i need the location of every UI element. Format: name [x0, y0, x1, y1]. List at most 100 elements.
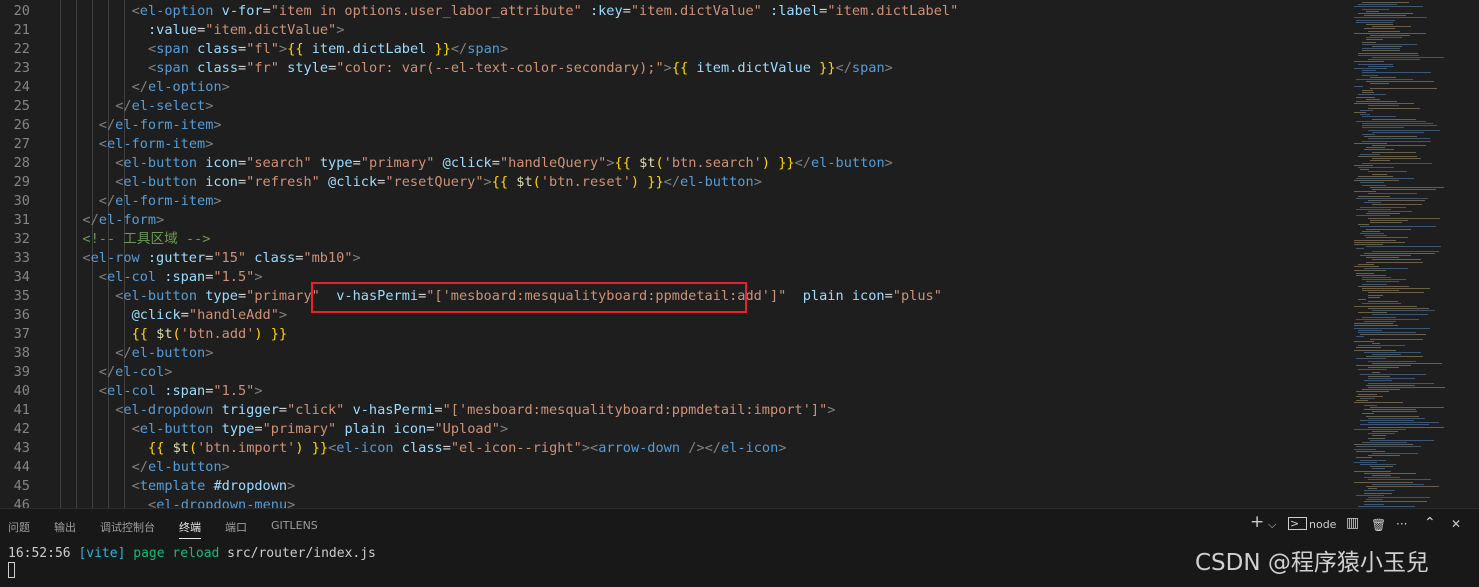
tab-debug-console[interactable]: 调试控制台 [100, 519, 155, 535]
tab-output[interactable]: 输出 [54, 519, 76, 535]
code-token: < [148, 41, 157, 57]
code-text: <el-dropdown trigger="click" v-hasPermi=… [115, 401, 835, 420]
minimap-line [1366, 37, 1402, 39]
code-token: "refresh" [246, 174, 320, 190]
code-line[interactable]: 28 <el-button icon="search" type="primary… [0, 154, 1340, 173]
code-token: :label [770, 3, 820, 19]
code-line[interactable]: 32 <!-- 工具区域 --> [0, 230, 1340, 249]
code-line[interactable]: 44 </el-button> [0, 458, 1340, 477]
terminal-name[interactable]: node [1309, 518, 1336, 531]
code-text: </el-select> [115, 97, 213, 116]
minimap-line [1364, 15, 1406, 17]
minimap-line [1364, 490, 1395, 492]
code-token: "plus" [892, 288, 942, 304]
minimap-line [1368, 367, 1399, 369]
code-token: > [254, 269, 263, 285]
line-number: 34 [13, 269, 30, 285]
minimap-line [1362, 74, 1378, 76]
minimap-line [1370, 406, 1444, 408]
minimap-line [1366, 228, 1411, 230]
code-token: }} [270, 326, 288, 342]
code-token: "handleQuery" [499, 155, 607, 171]
more-actions-icon[interactable]: ··· [1396, 517, 1407, 531]
code-token: }} [647, 174, 664, 190]
minimap-line [1372, 57, 1444, 58]
code-line[interactable]: 26 </el-form-item> [0, 116, 1340, 135]
code-token: > [827, 402, 836, 418]
minimap-line [1366, 81, 1434, 83]
line-number: 29 [13, 174, 30, 190]
code-line[interactable]: 39 </el-col> [0, 363, 1340, 382]
tab-terminal[interactable]: 终端 [179, 519, 201, 539]
code-line[interactable]: 46 <el-dropdown-menu> [0, 496, 1340, 508]
code-token: > [278, 307, 288, 323]
code-line[interactable]: 25 </el-select> [0, 97, 1340, 116]
tab-gitlens[interactable]: GITLENS [271, 519, 318, 532]
code-token: > [499, 421, 509, 437]
code-token: "click" [287, 402, 345, 418]
minimap-line [1366, 10, 1379, 12]
code-line[interactable]: 22 <span class="fl">{{ item.dictLabel }}<… [0, 40, 1340, 59]
code-token: > [884, 155, 893, 171]
code-token: < [131, 3, 140, 19]
code-text: :value="item.dictValue"> [148, 21, 344, 40]
code-token: </ [98, 193, 116, 209]
code-token: $t [516, 174, 533, 190]
trash-icon[interactable]: 🗑 [1371, 518, 1386, 532]
line-number: 24 [13, 79, 30, 95]
line-number: 42 [13, 421, 30, 437]
minimap-line [1362, 277, 1391, 278]
code-line[interactable]: 30 </el-form-item> [0, 192, 1340, 211]
code-text: <el-col :span="1.5"> [99, 268, 263, 287]
code-line[interactable]: 33 <el-row :gutter="15" class="mb10"> [0, 249, 1340, 268]
minimap-line [1364, 202, 1381, 204]
code-line[interactable]: 21:value="item.dictValue"> [0, 21, 1340, 40]
code-token: 'btn.search' [663, 155, 762, 171]
code-line[interactable]: 45 <template #dropdown> [0, 477, 1340, 496]
code-token: > [205, 345, 214, 361]
minimap-line [1358, 94, 1386, 96]
code-line[interactable]: 20 <el-option v-for="item in options.user… [0, 2, 1340, 21]
split-terminal-icon[interactable]: ▥ [1346, 515, 1359, 531]
minimap-line [1366, 384, 1415, 386]
code-editor[interactable]: 20 <el-option v-for="item in options.user… [0, 0, 1479, 508]
minimap-line [1366, 147, 1385, 149]
minimap-line [1366, 499, 1383, 501]
minimap-line [1358, 505, 1415, 507]
code-token: type [319, 155, 353, 171]
code-token: "primary" [360, 155, 435, 171]
minimap-line [1372, 158, 1421, 160]
close-panel-icon[interactable]: ✕ [1451, 517, 1461, 531]
minimap-line [1360, 169, 1369, 171]
code-token: > [753, 174, 762, 190]
tab-problems[interactable]: 问题 [8, 519, 30, 535]
code-text: </el-option> [132, 78, 230, 97]
code-line[interactable]: 43 {{ $t('btn.import') }} < el-icon class="… [0, 439, 1340, 458]
code-token: = [180, 307, 189, 323]
minimap-line [1356, 272, 1374, 274]
add-terminal-icon[interactable]: + [1250, 512, 1264, 532]
code-line[interactable]: 23 <span class="fr" style="color: var(--e… [0, 59, 1340, 78]
code-line[interactable]: 40 <el-col :span="1.5"> [0, 382, 1340, 401]
code-token: < [98, 269, 107, 285]
tab-ports[interactable]: 端口 [225, 519, 247, 535]
minimap-line [1354, 461, 1377, 463]
code-line[interactable]: 29 <el-button icon="refresh" @click="rese… [0, 173, 1340, 192]
minimap[interactable] [1340, 0, 1479, 508]
code-line[interactable]: 31 </el-form> [0, 211, 1340, 230]
code-line[interactable]: 41 <el-dropdown trigger="click" v-hasPerm… [0, 401, 1340, 420]
code-line[interactable]: 37 {{ $t('btn.add') }} [0, 325, 1340, 344]
maximize-panel-icon[interactable]: ⌃ [1424, 515, 1436, 531]
code-line[interactable]: 27 <el-form-item> [0, 135, 1340, 154]
chevron-down-icon[interactable]: ⌵ [1268, 518, 1276, 532]
code-line[interactable]: 24 </el-option> [0, 78, 1340, 97]
minimap-line [1362, 230, 1380, 232]
minimap-line [1358, 285, 1409, 287]
code-line[interactable]: 42 <el-button type="primary" plain icon="… [0, 420, 1340, 439]
code-line[interactable]: 38 </el-button> [0, 344, 1340, 363]
